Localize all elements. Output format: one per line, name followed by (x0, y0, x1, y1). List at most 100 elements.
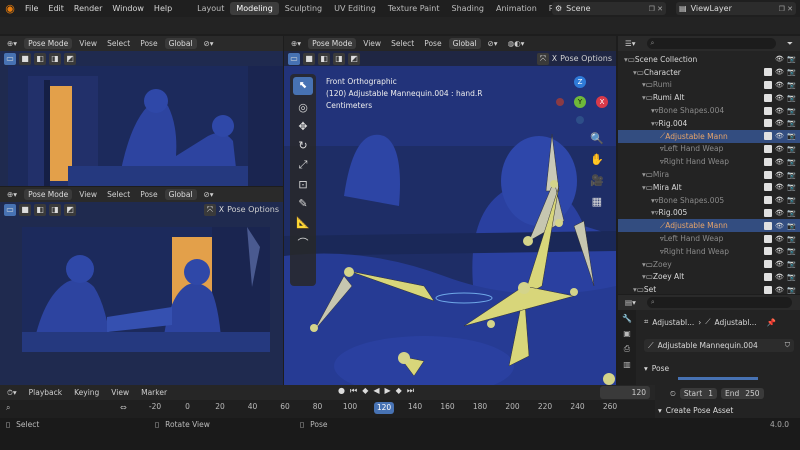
mode-dropdown[interactable]: Pose Mode (24, 189, 73, 200)
editor-type-icon[interactable]: ⊕▾ (4, 39, 20, 48)
playhead[interactable]: 120 (374, 402, 394, 414)
visibility-eye-icon[interactable]: 👁 (775, 107, 784, 115)
rotate-tool-icon[interactable]: ↻ (298, 139, 307, 152)
viewport-bottom-left[interactable]: ⊕▾ Pose Mode View Select Pose Global ⊘▾ … (0, 187, 283, 385)
exclude-checkbox[interactable] (764, 183, 772, 192)
render-camera-icon[interactable]: 📷 (787, 235, 796, 243)
exclude-checkbox[interactable] (764, 285, 772, 294)
menu-help[interactable]: Help (149, 4, 177, 13)
pan-hand-icon[interactable]: ✋ (590, 153, 604, 166)
object-name-field[interactable]: ⟋ Adjustable Mannequin.004 ⛉ (644, 339, 794, 352)
orientation-dropdown[interactable]: Global (164, 38, 197, 49)
tab-texture-paint[interactable]: Texture Paint (382, 2, 446, 15)
tab-uv-editing[interactable]: UV Editing (328, 2, 382, 15)
outliner-row[interactable]: ▾ ▭ Mira 👁 📷 (618, 168, 800, 181)
gizmo-y-axis[interactable]: Y (574, 96, 586, 108)
tool-tab-icon[interactable]: 🔧 (622, 314, 632, 323)
render-camera-icon[interactable]: 📷 (787, 260, 796, 268)
select-mode-subtract-icon[interactable]: ◨ (333, 52, 345, 65)
editor-type-icon[interactable]: ⊕▾ (4, 190, 20, 199)
render-camera-icon[interactable]: 📷 (787, 145, 796, 153)
tab-shading[interactable]: Shading (445, 2, 490, 15)
outliner-row[interactable]: ▿ Right Hand Weap 👁 📷 (618, 245, 800, 258)
gizmo-neg-x[interactable] (556, 98, 564, 106)
render-camera-icon[interactable]: 📷 (787, 209, 796, 217)
bone-roll-tool-icon[interactable]: ⌒ (298, 235, 309, 251)
tab-layout[interactable]: Layout (191, 2, 230, 15)
transform-pivot-icon[interactable]: ⤧ (536, 52, 549, 65)
transform-pivot-icon[interactable]: ⤧ (203, 203, 216, 216)
menu-file[interactable]: File (20, 4, 43, 13)
outliner-row[interactable]: ▾ ▿ Rig.005 👁 📷 (618, 207, 800, 220)
outliner-row[interactable]: ▿ Left Hand Weap 👁 📷 (618, 232, 800, 245)
outliner-row[interactable]: ▾ ▭ Character 👁 📷 (618, 66, 800, 79)
move-tool-icon[interactable]: ✥ (298, 120, 307, 133)
exclude-checkbox[interactable] (764, 68, 772, 77)
shading-icons[interactable]: ◍◐▾ (505, 39, 528, 48)
zoom-icon[interactable]: 🔍 (590, 132, 604, 145)
render-camera-icon[interactable]: 📷 (787, 119, 796, 127)
visibility-eye-icon[interactable]: 👁 (775, 94, 784, 102)
outliner-row[interactable]: ▾ ▭ Mira Alt 👁 📷 (618, 181, 800, 194)
mode-dropdown[interactable]: Pose Mode (308, 38, 357, 49)
menu-pose[interactable]: Pose (421, 39, 444, 48)
link-icon[interactable]: ⊘▾ (201, 39, 217, 48)
visibility-eye-icon[interactable]: 👁 (775, 286, 784, 294)
view-layer-selector[interactable]: ▤ ViewLayer ❐ ✕ (676, 2, 796, 15)
main-viewport[interactable]: ⊕▾ Pose Mode View Select Pose Global ⊘▾ … (284, 36, 616, 385)
select-mode-invert-icon[interactable]: ◩ (348, 52, 360, 65)
menu-select[interactable]: Select (104, 190, 133, 199)
viewport-top-left[interactable]: ⊕▾ Pose Mode View Select Pose Global ⊘▾ … (0, 36, 283, 186)
visibility-eye-icon[interactable]: 👁 (775, 235, 784, 243)
menu-pose[interactable]: Pose (137, 190, 160, 199)
pose-panel[interactable]: ▾ Pose (644, 361, 794, 375)
gizmo-z-axis[interactable]: Z (574, 76, 586, 88)
end-frame-field[interactable]: End 250 (720, 388, 764, 399)
editor-type-icon[interactable]: ⊕▾ (288, 39, 304, 48)
exclude-checkbox[interactable] (764, 221, 772, 230)
pose-options-dropdown[interactable]: Pose Options (227, 205, 279, 214)
outliner-row[interactable]: ▿ Right Hand Weap 👁 📷 (618, 155, 800, 168)
outliner-row[interactable]: ▾ ▿ Bone Shapes.004 👁 📷 (618, 104, 800, 117)
select-mode-extend-icon[interactable]: ◧ (34, 52, 46, 65)
outliner-row[interactable]: ▾ ▭ Zoey 👁 📷 (618, 258, 800, 271)
outliner-row[interactable]: ▾ ▭ Rumi 👁 📷 (618, 79, 800, 92)
visibility-eye-icon[interactable]: 👁 (775, 273, 784, 281)
breadcrumb-object[interactable]: Adjustabl... (652, 318, 694, 327)
properties-editor-icon[interactable]: ▤▾ (622, 298, 639, 307)
visibility-eye-icon[interactable]: 👁 (775, 81, 784, 89)
outliner-row[interactable]: ▿ Left Hand Weap 👁 📷 (618, 143, 800, 156)
menu-select[interactable]: Select (104, 39, 133, 48)
visibility-eye-icon[interactable]: 👁 (775, 132, 784, 140)
select-mode-new-icon[interactable]: ■ (19, 203, 31, 216)
properties-search-input[interactable]: ⌕ (646, 297, 792, 308)
render-camera-icon[interactable]: 📷 (787, 286, 796, 294)
exclude-checkbox[interactable] (764, 170, 772, 179)
visibility-eye-icon[interactable]: 👁 (775, 158, 784, 166)
exclude-checkbox[interactable] (764, 144, 772, 153)
outliner-search-input[interactable]: ⌕ (646, 38, 776, 49)
outliner-row[interactable]: ▾ ▭ Zoey Alt 👁 📷 (618, 271, 800, 284)
exclude-checkbox[interactable] (764, 132, 772, 141)
visibility-eye-icon[interactable]: 👁 (775, 222, 784, 230)
select-tool-icon[interactable]: ⬉ (293, 77, 313, 95)
render-camera-icon[interactable]: 📷 (787, 132, 796, 140)
tab-sculpting[interactable]: Sculpting (279, 2, 328, 15)
pin-icon[interactable]: 📌 (767, 318, 776, 327)
select-mode-new-icon[interactable]: ■ (19, 52, 31, 65)
output-tab-icon[interactable]: ⎙ (624, 344, 630, 354)
render-camera-icon[interactable]: 📷 (787, 183, 796, 191)
grid-icon[interactable]: ▦ (592, 195, 602, 208)
breadcrumb-data[interactable]: Adjustabl... (715, 318, 757, 327)
outliner-row[interactable]: ⟋ Adjustable Mann 👁 📷 (618, 129, 800, 143)
cursor-tool-icon[interactable]: ◎ (298, 101, 308, 114)
visibility-eye-icon[interactable]: 👁 (775, 68, 784, 76)
timeline-ruler[interactable]: ⌕ ⇔ -20020406080100120140160180200220240… (0, 400, 655, 418)
select-mode-extend-icon[interactable]: ◧ (34, 203, 46, 216)
shield-icon[interactable]: ⛉ (785, 341, 790, 350)
menu-view[interactable]: View (360, 39, 384, 48)
start-frame-field[interactable]: Start 1 (679, 388, 717, 399)
x-axis-toggle[interactable]: X (219, 205, 224, 214)
render-camera-icon[interactable]: 📷 (787, 68, 796, 76)
gizmo-neg-z[interactable] (576, 116, 584, 124)
